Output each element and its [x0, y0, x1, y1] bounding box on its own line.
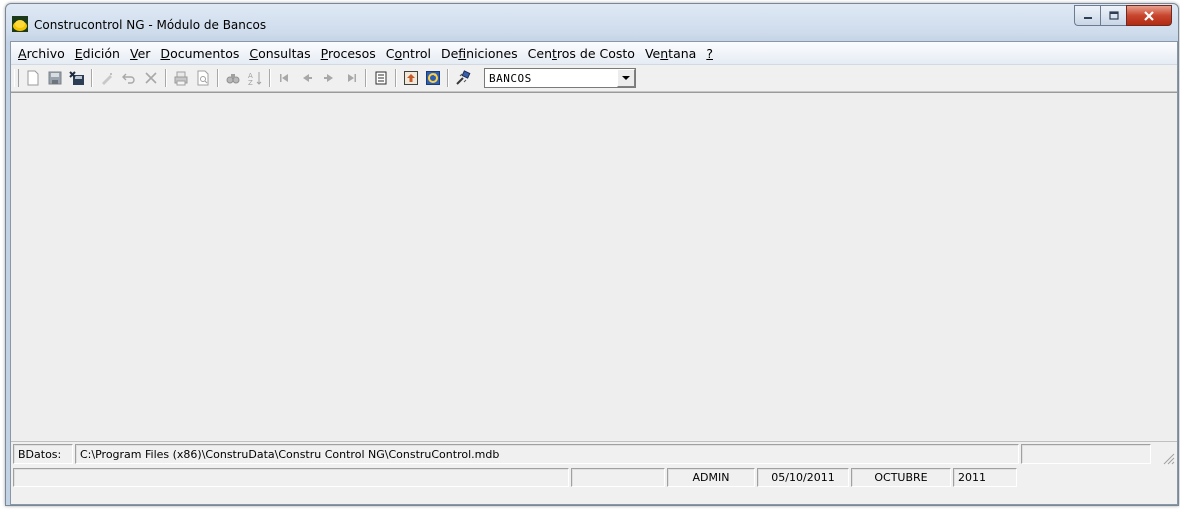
menu-centros-de-costo[interactable]: Centros de Costo — [523, 46, 640, 61]
window-title: Construcontrol NG - Módulo de Bancos — [34, 18, 267, 32]
db-label-pane: BDatos: — [13, 444, 73, 464]
close-icon — [1144, 10, 1154, 21]
undo-icon[interactable] — [118, 67, 140, 89]
menu-edicion[interactable]: Edición — [70, 46, 125, 61]
status-pane-message — [13, 468, 569, 487]
db-path-pane: C:\Program Files (x86)\ConstruData\Const… — [75, 444, 1019, 464]
save-close-icon[interactable] — [66, 67, 88, 89]
svg-text:Z: Z — [248, 79, 253, 86]
find-icon[interactable] — [222, 67, 244, 89]
app-window: Construcontrol NG - Módulo de Bancos Arc… — [5, 3, 1179, 506]
next-record-icon[interactable] — [318, 67, 340, 89]
delete-icon[interactable] — [140, 67, 162, 89]
previous-record-icon[interactable] — [296, 67, 318, 89]
edit-icon[interactable] — [96, 67, 118, 89]
refresh-icon[interactable] — [422, 67, 444, 89]
status-user: ADMIN — [667, 468, 755, 487]
menu-ventana[interactable]: Ventana — [640, 46, 701, 61]
menu-definiciones[interactable]: Definiciones — [436, 46, 523, 61]
export-icon[interactable] — [400, 67, 422, 89]
list-icon[interactable] — [370, 67, 392, 89]
menu-archivo[interactable]: Archivo — [11, 46, 70, 61]
toolbar-grip[interactable] — [14, 69, 19, 87]
toolbar-separator — [395, 69, 397, 87]
save-icon[interactable] — [44, 67, 66, 89]
status-date: 05/10/2011 — [757, 468, 849, 487]
sort-icon[interactable]: AZ — [244, 67, 266, 89]
toolbar-separator — [365, 69, 367, 87]
status-bar-database: BDatos: C:\Program Files (x86)\ConstruDa… — [11, 441, 1177, 467]
print-preview-icon[interactable] — [192, 67, 214, 89]
client-area: Archivo Edición Ver Documentos Consultas… — [10, 41, 1178, 505]
db-path: C:\Program Files (x86)\ConstruData\Const… — [80, 447, 500, 461]
toolbar: AZ BANCOS — [11, 65, 1177, 92]
status-pane-blank — [571, 468, 665, 487]
toolbar-separator — [217, 69, 219, 87]
toolbar-separator — [165, 69, 167, 87]
mdi-workspace[interactable] — [11, 92, 1177, 440]
menu-ver[interactable]: Ver — [125, 46, 155, 61]
minimize-button[interactable] — [1074, 5, 1100, 26]
toolbar-separator — [91, 69, 93, 87]
module-select[interactable]: BANCOS — [484, 68, 636, 88]
resize-grip-icon[interactable] — [1161, 451, 1175, 465]
status-year: 2011 — [953, 468, 1017, 487]
menu-procesos[interactable]: Procesos — [316, 46, 381, 61]
last-record-icon[interactable] — [340, 67, 362, 89]
menu-help[interactable]: ? — [701, 46, 718, 61]
toolbar-separator — [447, 69, 449, 87]
status-month: OCTUBRE — [851, 468, 951, 487]
menu-bar: Archivo Edición Ver Documentos Consultas… — [11, 42, 1177, 65]
maximize-icon — [1108, 11, 1119, 20]
toolbar-separator — [269, 69, 271, 87]
title-bar[interactable]: Construcontrol NG - Módulo de Bancos — [6, 4, 1178, 37]
print-icon[interactable] — [170, 67, 192, 89]
first-record-icon[interactable] — [274, 67, 296, 89]
chevron-down-icon[interactable] — [617, 69, 635, 87]
connect-icon[interactable] — [452, 67, 474, 89]
minimize-icon — [1083, 16, 1092, 19]
db-label: BDatos: — [18, 447, 62, 461]
maximize-button[interactable] — [1100, 5, 1126, 26]
module-select-value: BANCOS — [489, 71, 532, 85]
status-bar-session: ADMIN 05/10/2011 OCTUBRE 2011 — [11, 468, 1177, 488]
new-icon[interactable] — [22, 67, 44, 89]
menu-consultas[interactable]: Consultas — [244, 46, 315, 61]
close-button[interactable] — [1126, 5, 1172, 26]
app-logo-icon — [12, 16, 28, 32]
menu-documentos[interactable]: Documentos — [155, 46, 244, 61]
status-empty-pane — [1021, 444, 1151, 464]
menu-control[interactable]: Control — [381, 46, 436, 61]
